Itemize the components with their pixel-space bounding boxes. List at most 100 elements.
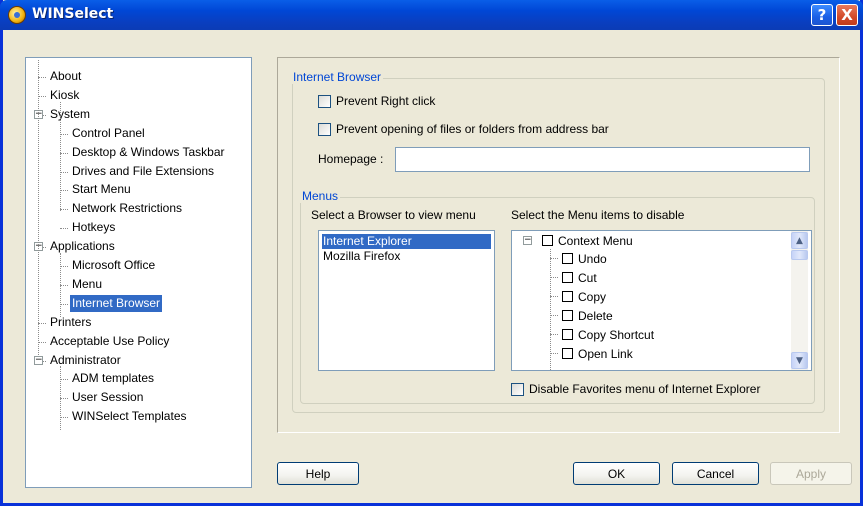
menu-item-context-menu[interactable]: Context Menu: [542, 232, 633, 249]
menu-items-label: Select the Menu items to disable: [511, 208, 685, 222]
window-title: WINSelect: [32, 6, 114, 22]
prevent-opening-checkbox[interactable]: Prevent opening of files or folders from…: [318, 120, 609, 138]
tree-item-applications[interactable]: Applications: [48, 238, 117, 255]
tree-item-user-session[interactable]: User Session: [70, 389, 145, 406]
menu-items-tree[interactable]: ▲ ▼ Context Menu − Undo Cut Copy Delete Copy S…: [511, 230, 812, 371]
menu-item-delete[interactable]: Delete: [562, 307, 613, 324]
tree-connector: [60, 152, 68, 154]
tree-collapse-icon[interactable]: −: [34, 355, 43, 365]
menu-item-label: Undo: [578, 251, 607, 266]
tree-connector: [60, 379, 68, 381]
cancel-button[interactable]: Cancel: [672, 462, 759, 485]
prevent-opening-label: Prevent opening of files or folders from…: [336, 122, 609, 136]
menu-item-undo[interactable]: Undo: [562, 250, 607, 267]
content-panel: Internet Browser Prevent Right click Pre…: [277, 57, 840, 433]
menu-item-label: Open Link: [578, 346, 633, 361]
tree-connector: [38, 77, 46, 78]
tree-connector: [550, 277, 558, 278]
winselect-window: WINSelect ? X About Kiosk System − Control P…: [0, 0, 863, 506]
tree-item-start-menu[interactable]: Start Menu: [70, 181, 133, 198]
title-bar[interactable]: WINSelect ? X: [0, 0, 863, 30]
homepage-label: Homepage :: [318, 152, 384, 166]
disable-favorites-label: Disable Favorites menu of Internet Explo…: [529, 382, 761, 396]
tree-connector: [550, 334, 558, 335]
tree-item-adm-templates[interactable]: ADM templates: [70, 370, 156, 387]
tree-item-about[interactable]: About: [48, 68, 83, 85]
tree-connector: [60, 102, 61, 211]
menu-item-label: Delete: [578, 308, 613, 323]
checkbox-box[interactable]: [562, 291, 573, 302]
context-menu-collapse-icon[interactable]: −: [523, 236, 532, 245]
tree-item-menu[interactable]: Menu: [70, 276, 104, 293]
tree-connector: [60, 133, 68, 135]
tree-connector: [60, 366, 61, 430]
scroll-up-button[interactable]: ▲: [791, 232, 808, 249]
menu-item-copy-shortcut[interactable]: Copy Shortcut: [562, 326, 654, 343]
tree-connector: [60, 190, 68, 192]
close-button[interactable]: X: [836, 4, 858, 26]
tree-item-kiosk[interactable]: Kiosk: [48, 87, 81, 104]
tree-item-internet-browser[interactable]: Internet Browser: [70, 294, 163, 312]
tree-item-drives-and-file-extensions[interactable]: Drives and File Extensions: [70, 163, 216, 180]
menu-items-scrollbar[interactable]: ▲ ▼: [791, 231, 808, 370]
tree-connector: [60, 303, 68, 305]
settings-tree[interactable]: About Kiosk System − Control Panel Desktop & …: [25, 57, 252, 488]
tree-item-hotkeys[interactable]: Hotkeys: [70, 219, 117, 236]
checkbox-box[interactable]: [318, 94, 331, 108]
menu-item-label: Context Menu: [558, 233, 633, 248]
help-title-button[interactable]: ?: [811, 4, 833, 26]
tree-connector: [60, 417, 68, 419]
menu-item-copy[interactable]: Copy: [562, 288, 606, 305]
tree-connector: [550, 353, 558, 354]
checkbox-box[interactable]: [562, 310, 573, 321]
homepage-input[interactable]: [395, 147, 810, 172]
checkbox-box[interactable]: [511, 382, 524, 396]
checkbox-box[interactable]: [318, 122, 331, 136]
menu-item-label: Cut: [578, 270, 597, 285]
tree-connector: [38, 60, 39, 355]
prevent-right-click-checkbox[interactable]: Prevent Right click: [318, 92, 435, 110]
tree-connector: [550, 315, 558, 316]
browser-item-mozilla-firefox[interactable]: Mozilla Firefox: [322, 249, 491, 264]
app-logo-icon: [8, 6, 26, 24]
checkbox-box[interactable]: [562, 348, 573, 359]
tree-connector: [550, 258, 558, 259]
checkbox-box[interactable]: [562, 272, 573, 283]
tree-connector: [38, 341, 46, 343]
tree-item-winselect-templates[interactable]: WINSelect Templates: [70, 408, 189, 425]
tree-item-acceptable-use-policy[interactable]: Acceptable Use Policy: [48, 333, 171, 350]
tree-connector: [60, 228, 68, 230]
menu-item-open-link[interactable]: Open Link: [562, 345, 633, 362]
tree-connector: [60, 253, 61, 317]
tree-item-network-restrictions[interactable]: Network Restrictions: [70, 200, 184, 217]
tree-item-system[interactable]: System: [48, 106, 92, 123]
checkbox-box[interactable]: [542, 235, 553, 246]
tree-connector: [550, 296, 558, 297]
ok-button[interactable]: OK: [573, 462, 660, 485]
help-button[interactable]: Help: [277, 462, 359, 485]
scroll-thumb[interactable]: [791, 250, 808, 260]
menu-item-label: Copy Shortcut: [578, 327, 655, 342]
tree-item-printers[interactable]: Printers: [48, 314, 93, 331]
tree-item-microsoft-office[interactable]: Microsoft Office: [70, 257, 157, 274]
disable-favorites-checkbox[interactable]: Disable Favorites menu of Internet Explo…: [511, 380, 760, 398]
scroll-down-button[interactable]: ▼: [791, 352, 808, 369]
browser-list[interactable]: Internet Explorer Mozilla Firefox: [318, 230, 495, 371]
menu-item-cut[interactable]: Cut: [562, 269, 597, 286]
browser-item-internet-explorer[interactable]: Internet Explorer: [322, 234, 491, 249]
menus-group-title: Menus: [300, 189, 341, 203]
tree-item-desktop-windows-taskbar[interactable]: Desktop & Windows Taskbar: [70, 144, 227, 161]
tree-connector: [60, 398, 68, 400]
prevent-right-click-label: Prevent Right click: [336, 94, 436, 108]
internet-browser-group-title: Internet Browser: [291, 70, 384, 84]
tree-connector: [60, 266, 68, 267]
checkbox-box[interactable]: [562, 329, 573, 340]
tree-connector: [60, 209, 68, 211]
tree-connector: [38, 95, 46, 97]
tree-connector: [38, 322, 46, 324]
tree-item-control-panel[interactable]: Control Panel: [70, 125, 147, 142]
checkbox-box[interactable]: [562, 253, 573, 264]
tree-connector: [60, 171, 68, 173]
browser-list-label: Select a Browser to view menu: [311, 208, 476, 222]
apply-button[interactable]: Apply: [770, 462, 852, 485]
